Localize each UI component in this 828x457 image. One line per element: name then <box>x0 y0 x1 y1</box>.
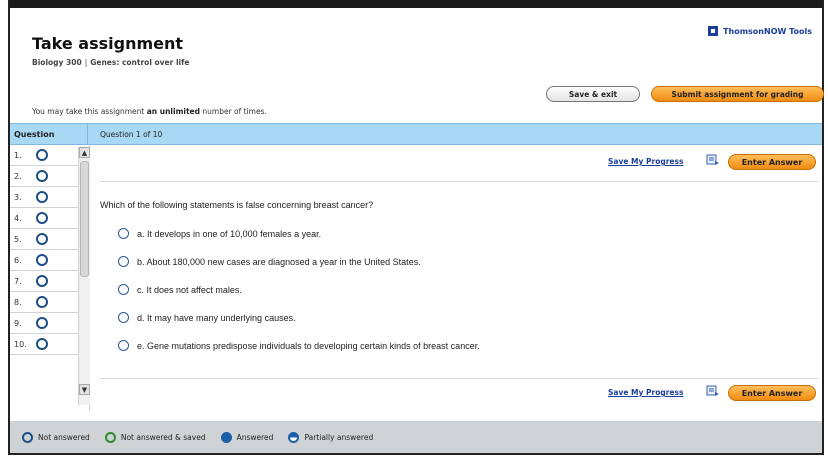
radio-button[interactable] <box>118 340 129 351</box>
question-item-7[interactable]: 7. <box>10 271 78 292</box>
divider-top <box>100 181 818 182</box>
question-item-8[interactable]: 8. <box>10 292 78 313</box>
question-list-scrollbar[interactable]: ▲ ▼ <box>78 147 90 405</box>
question-list: 1. 2. 3. 4. 5. 6. 7. 8. 9. 10. ▲ ▼ <box>10 145 90 411</box>
question-column-label: Question <box>10 124 88 145</box>
breadcrumb: Biology 300 | Genes: control over life <box>32 58 189 67</box>
save-exit-button[interactable]: Save & exit <box>546 86 640 102</box>
question-item-1[interactable]: 1. <box>10 145 78 166</box>
legend-not-answered-saved: Not answered & saved <box>104 431 206 443</box>
divider-bottom <box>100 378 818 379</box>
radio-button[interactable] <box>118 256 129 267</box>
status-not-answered-icon <box>36 191 48 203</box>
status-not-answered-icon <box>36 296 48 308</box>
save-progress-icon[interactable] <box>706 385 720 397</box>
tools-label: ThomsonNOW Tools <box>723 26 812 36</box>
assignment-window: Take assignment Biology 300 | Genes: contr… <box>8 0 824 455</box>
status-not-answered-icon <box>36 317 48 329</box>
answer-option-a[interactable]: a. It develops in one of 10,000 females … <box>118 228 321 239</box>
answer-option-e[interactable]: e. Gene mutations predispose individuals… <box>118 340 480 351</box>
radio-button[interactable] <box>118 284 129 295</box>
question-panel: Save My Progress Enter Answer Which of t… <box>100 145 820 411</box>
save-progress-link-top[interactable]: Save My Progress <box>608 157 683 166</box>
window-top-border <box>10 0 822 8</box>
question-item-4[interactable]: 4. <box>10 208 78 229</box>
question-item-10[interactable]: 10. <box>10 334 78 355</box>
not-answered-icon <box>22 431 33 443</box>
save-progress-link-bottom[interactable]: Save My Progress <box>608 388 683 397</box>
legend-answered: Answered <box>220 431 273 443</box>
course-name: Biology 300 <box>32 58 82 67</box>
answered-icon <box>220 431 232 443</box>
status-not-answered-icon <box>36 233 48 245</box>
status-not-answered-icon <box>36 212 48 224</box>
enter-answer-button-top[interactable]: Enter Answer <box>728 154 816 170</box>
submit-assignment-button[interactable]: Submit assignment for grading <box>651 86 824 102</box>
question-text: Which of the following statements is fal… <box>100 200 374 210</box>
question-header-bar: Question Question 1 of 10 <box>10 123 822 145</box>
question-item-5[interactable]: 5. <box>10 229 78 250</box>
partially-answered-icon <box>288 431 300 443</box>
answer-option-b[interactable]: b. About 180,000 new cases are diagnosed… <box>118 256 421 267</box>
scroll-down-icon[interactable]: ▼ <box>79 384 90 395</box>
radio-button[interactable] <box>118 228 129 239</box>
question-item-6[interactable]: 6. <box>10 250 78 271</box>
answer-option-d[interactable]: d. It may have many underlying causes. <box>118 312 296 323</box>
status-not-answered-icon <box>36 170 48 182</box>
answer-option-c[interactable]: c. It does not affect males. <box>118 284 242 295</box>
question-item-9[interactable]: 9. <box>10 313 78 334</box>
scrollbar-thumb[interactable] <box>80 161 89 277</box>
radio-button[interactable] <box>118 312 129 323</box>
save-progress-icon[interactable] <box>706 154 720 166</box>
status-legend: Not answered Not answered & saved Answer… <box>10 421 822 453</box>
status-not-answered-icon <box>36 149 48 161</box>
scroll-up-icon[interactable]: ▲ <box>79 147 90 158</box>
tools-icon <box>708 26 719 36</box>
question-counter: Question 1 of 10 <box>100 130 163 139</box>
enter-answer-button-bottom[interactable]: Enter Answer <box>728 385 816 401</box>
not-answered-saved-icon <box>104 431 116 443</box>
legend-partially-answered: Partially answered <box>288 431 373 443</box>
page-title: Take assignment <box>32 34 184 53</box>
topic-name: Genes: control over life <box>90 58 190 67</box>
question-item-2[interactable]: 2. <box>10 166 78 187</box>
status-not-answered-icon <box>36 338 48 350</box>
status-not-answered-icon <box>36 275 48 287</box>
tools-link[interactable]: ThomsonNOW Tools <box>708 26 812 36</box>
question-item-3[interactable]: 3. <box>10 187 78 208</box>
breadcrumb-separator: | <box>84 58 88 67</box>
status-not-answered-icon <box>36 254 48 266</box>
attempts-notice: You may take this assignment an unlimite… <box>32 107 267 116</box>
legend-not-answered: Not answered <box>22 431 90 443</box>
